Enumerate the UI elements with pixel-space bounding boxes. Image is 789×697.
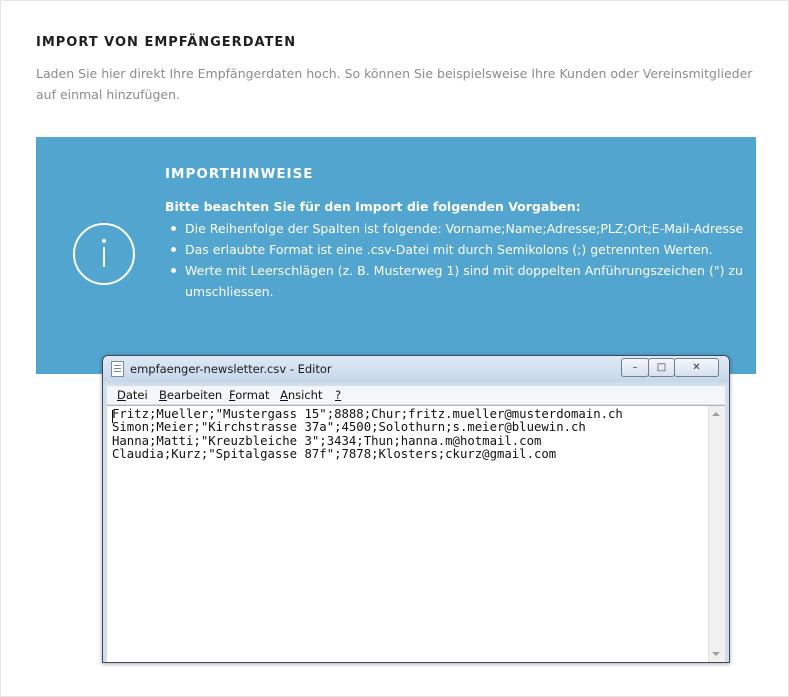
close-button[interactable]: ✕ (674, 358, 719, 377)
notepad-document-icon (111, 361, 124, 377)
editor-line: Hanna;Matti;"Kreuzbleiche 3";3434;Thun;h… (112, 433, 542, 448)
scroll-down-arrow-icon[interactable] (712, 652, 720, 656)
hints-list-item: Werte mit Leerschlägen (z. B. Musterweg … (171, 260, 755, 302)
vertical-scrollbar[interactable] (708, 406, 725, 662)
menu-datei[interactable]: Datei (117, 388, 148, 402)
intro-text: Laden Sie hier direkt Ihre Empfängerdate… (36, 66, 753, 102)
hints-list-item: Die Reihenfolge der Spalten ist folgende… (171, 218, 755, 239)
hints-list-item: Das erlaubte Format ist eine .csv-Datei … (171, 239, 755, 260)
info-circle-icon (73, 223, 135, 285)
menu-ansicht[interactable]: Ansicht (280, 388, 322, 402)
notepad-window: empfaenger-newsletter.csv - Editor – □ ✕… (102, 355, 730, 663)
hints-title: IMPORTHINWEISE (165, 166, 314, 182)
scroll-up-arrow-icon[interactable] (712, 412, 720, 416)
minimize-button[interactable]: – (621, 358, 649, 377)
menu-bearbeiten[interactable]: Bearbeiten (159, 388, 222, 402)
menu-help[interactable]: ? (335, 388, 341, 402)
window-titlebar[interactable]: empfaenger-newsletter.csv - Editor – □ ✕ (103, 356, 729, 382)
editor-line: Fritz;Mueller;"Mustergass 15";8888;Chur;… (112, 407, 623, 421)
page-title: IMPORT VON EMPFÄNGERDATEN (36, 35, 297, 50)
window-title: empfaenger-newsletter.csv - Editor (130, 362, 332, 376)
editor-content: Fritz;Mueller;"Mustergass 15";8888;Chur;… (112, 407, 623, 462)
hints-lead: Bitte beachten Sie für den Import die fo… (165, 199, 581, 214)
menu-bar: Datei Bearbeiten Format Ansicht ? (107, 386, 725, 405)
text-editor-area[interactable]: Fritz;Mueller;"Mustergass 15";8888;Chur;… (107, 405, 725, 662)
menu-format[interactable]: Format (229, 388, 270, 402)
import-hints-box: IMPORTHINWEISE Bitte beachten Sie für de… (36, 137, 756, 374)
editor-line: Claudia;Kurz;"Spitalgasse 87f";7878;Klos… (112, 447, 557, 462)
editor-line: Simon;Meier;"Kirchstrasse 37a";4500;Solo… (112, 420, 586, 435)
maximize-button[interactable]: □ (648, 358, 675, 377)
hints-list: Die Reihenfolge der Spalten ist folgende… (165, 218, 755, 302)
